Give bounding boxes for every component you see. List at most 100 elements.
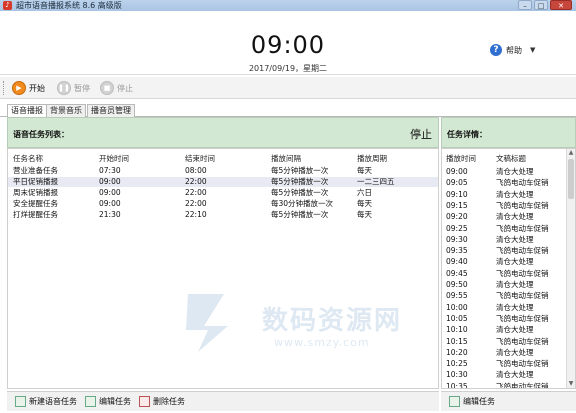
scroll-up-icon[interactable]: ▲ [567,149,575,157]
column-header-play-time[interactable]: 播放时间 [446,153,476,164]
scroll-down-icon[interactable]: ▼ [567,380,575,388]
start-button[interactable]: ▶ 开始 [12,80,45,96]
column-header-name[interactable]: 任务名称 [13,153,43,164]
table-row[interactable]: 打烊提醒任务 21:30 22:10 每5分钟播放一次 每天 [8,210,438,220]
edit-detail-icon [449,396,460,407]
detail-time: 09:40 [446,257,468,267]
detail-title: 清仓大处理 [496,302,534,312]
watermark-text: 数码资源网 [262,306,403,336]
list-item[interactable]: 09:35 飞鸽电动车促销 [442,245,567,256]
list-item[interactable]: 09:05 飞鸽电动车促销 [442,177,567,188]
task-detail-list[interactable]: 播放时间 文稿标题 09:00 清仓大处理 09:05 飞鸽电动车促销 09:10 清… [441,148,576,389]
detail-title: 飞鸽电动车促销 [496,313,549,323]
table-row[interactable]: 安全提醒任务 09:00 22:00 每30分钟播放一次 每天 [8,199,438,209]
list-item[interactable]: 10:20 清仓大处理 [442,347,567,358]
cell-interval: 每5分钟播放一次 [271,188,329,197]
detail-time: 10:30 [446,370,468,380]
edit-task-label: 编辑任务 [99,397,131,406]
detail-time: 10:35 [446,381,468,389]
edit-detail-button[interactable]: 编辑任务 [449,396,495,407]
close-button[interactable]: ✕ [550,0,572,10]
task-list-footer: 新建语音任务 编辑任务 删除任务 [7,391,439,411]
minimize-button[interactable]: – [518,0,532,10]
cell-start: 21:30 [99,210,121,219]
list-item[interactable]: 10:00 清仓大处理 [442,302,567,313]
detail-title: 清仓大处理 [496,167,534,176]
list-item[interactable]: 10:25 飞鸽电动车促销 [442,358,567,369]
column-header-script-title[interactable]: 文稿标题 [496,153,526,164]
column-header-period[interactable]: 播放周期 [357,153,387,164]
list-item[interactable]: 10:10 清仓大处理 [442,324,567,335]
cell-name: 周末促销播报 [13,188,58,197]
new-task-label: 新建语音任务 [29,397,77,406]
pause-button[interactable]: ❚❚ 暂停 [57,80,90,96]
watermark: 数码资源网 www.smzy.com [178,286,423,356]
detail-scrollbar[interactable]: ▲ ▼ [566,149,575,388]
cell-end: 08:00 [185,166,207,175]
delete-task-icon [139,396,150,407]
list-item[interactable]: 09:25 飞鸽电动车促销 [442,223,567,234]
edit-task-button[interactable]: 编辑任务 [85,396,131,407]
edit-detail-label: 编辑任务 [463,397,495,406]
delete-task-button[interactable]: 删除任务 [139,396,185,407]
cell-start: 09:00 [99,177,121,186]
table-row[interactable]: 周末促销播报 09:00 22:00 每5分钟播放一次 六日 [8,188,438,198]
toolbar-grip [3,81,6,95]
list-item[interactable]: 09:45 飞鸽电动车促销 [442,268,567,279]
detail-title: 清仓大处理 [496,234,534,244]
list-item[interactable]: 10:05 飞鸽电动车促销 [442,313,567,324]
cell-interval: 每5分钟播放一次 [271,177,329,186]
task-list-title: 语音任务列表： [13,130,69,139]
new-task-button[interactable]: 新建语音任务 [15,396,77,407]
column-header-interval[interactable]: 播放间隔 [271,153,301,164]
list-item[interactable]: 09:55 飞鸽电动车促销 [442,290,567,301]
scroll-thumb[interactable] [568,159,574,199]
detail-time: 09:00 [446,167,468,176]
list-item[interactable]: 10:30 清仓大处理 [442,369,567,380]
pause-icon: ❚❚ [57,81,71,95]
cell-name: 营业准备任务 [13,166,58,175]
tab-background-music[interactable]: 背景音乐 [46,104,86,117]
task-detail-header: 任务详情： [441,117,576,148]
help-menu[interactable]: ? 帮助 ▼ [490,44,535,56]
detail-time: 10:00 [446,302,468,312]
stop-button[interactable]: ■ 停止 [100,80,133,96]
maximize-button[interactable]: □ [534,0,548,10]
detail-time: 09:10 [446,189,468,199]
list-item[interactable]: 09:30 清仓大处理 [442,234,567,245]
tab-announcer-management[interactable]: 播音员管理 [87,104,135,117]
toolbar: ▶ 开始 ❚❚ 暂停 ■ 停止 [0,77,576,99]
cell-end: 22:00 [185,199,207,208]
cell-interval: 每30分钟播放一次 [271,199,334,208]
column-header-end[interactable]: 结束时间 [185,153,215,164]
edit-task-icon [85,396,96,407]
cell-name: 安全提醒任务 [13,199,58,208]
detail-title: 飞鸽电动车促销 [496,178,549,188]
detail-title: 清仓大处理 [496,257,534,267]
delete-task-label: 删除任务 [153,397,185,406]
list-item[interactable]: 09:20 清仓大处理 [442,211,567,222]
detail-title: 飞鸽电动车促销 [496,246,549,256]
list-item[interactable]: 10:15 飞鸽电动车促销 [442,336,567,347]
list-item[interactable]: 09:50 清仓大处理 [442,279,567,290]
date-display: 2017/09/19，星期二 [248,64,328,73]
stop-icon: ■ [100,81,114,95]
list-item[interactable]: 09:15 飞鸽电动车促销 [442,200,567,211]
tab-voice-broadcast[interactable]: 语音播报 [7,104,47,118]
table-row[interactable]: 营业准备任务 07:30 08:00 每5分钟播放一次 每天 [8,166,438,176]
watermark-logo [186,294,228,352]
column-header-start[interactable]: 开始时间 [99,153,129,164]
cell-name: 打烊提醒任务 [13,210,58,219]
detail-title: 清仓大处理 [496,212,534,222]
cell-period: 每天 [357,166,372,175]
list-item[interactable]: 10:35 飞鸽电动车促销 [442,381,567,389]
cell-end: 22:00 [185,188,207,197]
list-item[interactable]: 09:10 清仓大处理 [442,189,567,200]
detail-title: 清仓大处理 [496,347,534,357]
list-item[interactable]: 09:00 清仓大处理 [442,166,567,177]
list-item[interactable]: 09:40 清仓大处理 [442,256,567,267]
chevron-down-icon: ▼ [530,46,536,54]
cell-end: 22:10 [185,210,207,219]
detail-title: 飞鸽电动车促销 [496,336,549,346]
table-row[interactable]: 平日促销播报 09:00 22:00 每5分钟播放一次 一二三四五 [8,177,438,187]
